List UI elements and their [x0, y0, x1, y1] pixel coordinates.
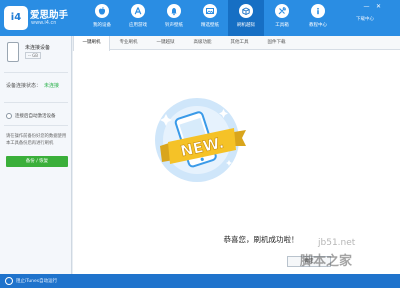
nav-label: 精选壁纸 [201, 23, 219, 28]
radio-label: 连接后自动激活设备 [15, 114, 56, 119]
brand-url: www.i4.cn [31, 20, 57, 26]
download-center-link[interactable]: 下载中心 [356, 16, 374, 22]
success-message: 恭喜您，刷机成功啦！ [223, 235, 299, 244]
close-button[interactable]: ✕ [374, 3, 383, 10]
device-name: 未连接设备 [25, 45, 51, 51]
nav-item-ringtones[interactable]: 铃声壁纸 [156, 0, 192, 36]
power-icon[interactable] [5, 277, 13, 285]
logo-icon: i4 [4, 6, 28, 30]
nav-item-my-device[interactable]: 我的设备 [84, 0, 120, 36]
brand-name: 爱思助手 [30, 10, 69, 21]
info-icon [311, 4, 325, 18]
nav-label: 铃声壁纸 [165, 23, 183, 28]
auto-activate-option[interactable]: 连接后自动激活设备 [6, 113, 56, 119]
nav-label: 刷机越狱 [237, 23, 255, 28]
nav-label: 应用游戏 [129, 23, 147, 28]
top-bar: i4 爱思助手 www.i4.cn 我的设备 应用游戏 铃声壁纸 精选壁纸 刷机… [0, 0, 400, 36]
apple-icon [95, 4, 109, 18]
divider [4, 72, 68, 73]
nav-label: 工具箱 [275, 23, 289, 28]
nav-label: 我的设备 [93, 23, 111, 28]
main-nav: 我的设备 应用游戏 铃声壁纸 精选壁纸 刷机越狱 工具箱 教程中心 [84, 0, 336, 36]
nav-label: 教程中心 [309, 23, 327, 28]
wallpaper-icon [203, 4, 217, 18]
tab-bar: 一键刷机 专业刷机 一键越狱 高级功能 其他工具 固件下载 [73, 36, 400, 51]
box-icon [239, 4, 253, 18]
divider [4, 125, 68, 126]
radio-button[interactable] [6, 113, 12, 119]
itunes-autorun-label[interactable]: 阻止iTunes自动运行 [16, 278, 57, 284]
nav-item-flash-jailbreak[interactable]: 刷机越狱 [228, 0, 264, 36]
tab-firmware-download[interactable]: 固件下载 [258, 36, 295, 50]
app-window: i4 爱思助手 www.i4.cn 我的设备 应用游戏 铃声壁纸 精选壁纸 刷机… [0, 0, 400, 288]
tab-other-tools[interactable]: 其他工具 [221, 36, 258, 50]
backup-restore-button[interactable]: 备份 / 恢复 [6, 156, 68, 167]
window-controls: — ✕ [362, 3, 383, 10]
device-capacity-badge: -- GB [25, 52, 42, 59]
sidebar: 未连接设备 -- GB 设备连接状态： 未连接 连接后自动激活设备 请在操作前备份… [0, 36, 72, 274]
nav-item-tutorials[interactable]: 教程中心 [300, 0, 336, 36]
divider [4, 102, 68, 103]
phone-icon [7, 42, 19, 62]
watermark-text: 脚本之家 [300, 254, 353, 269]
tools-icon [275, 4, 289, 18]
status-bar: 阻止iTunes自动运行 [0, 274, 400, 288]
nav-item-apps[interactable]: 应用游戏 [120, 0, 156, 36]
connection-label: 设备连接状态： [6, 83, 42, 89]
tab-one-click-flash[interactable]: 一键刷机 [73, 36, 110, 51]
tab-advanced[interactable]: 高级功能 [184, 36, 221, 50]
app-store-icon [131, 4, 145, 18]
nav-item-wallpapers[interactable]: 精选壁纸 [192, 0, 228, 36]
minimize-button[interactable]: — [362, 3, 371, 10]
watermark-url: jb51.net [318, 238, 356, 248]
nav-item-toolbox[interactable]: 工具箱 [264, 0, 300, 36]
backup-hint: 请在操作前备份好您的数据使用本工具备份后再进行刷机 [6, 134, 67, 146]
connection-status: 设备连接状态： 未连接 [6, 82, 59, 89]
bell-icon [167, 4, 181, 18]
connection-value: 未连接 [44, 83, 60, 89]
success-illustration: NEW. [155, 98, 246, 182]
tab-one-click-jailbreak[interactable]: 一键越狱 [147, 36, 184, 50]
tab-pro-flash[interactable]: 专业刷机 [110, 36, 147, 50]
